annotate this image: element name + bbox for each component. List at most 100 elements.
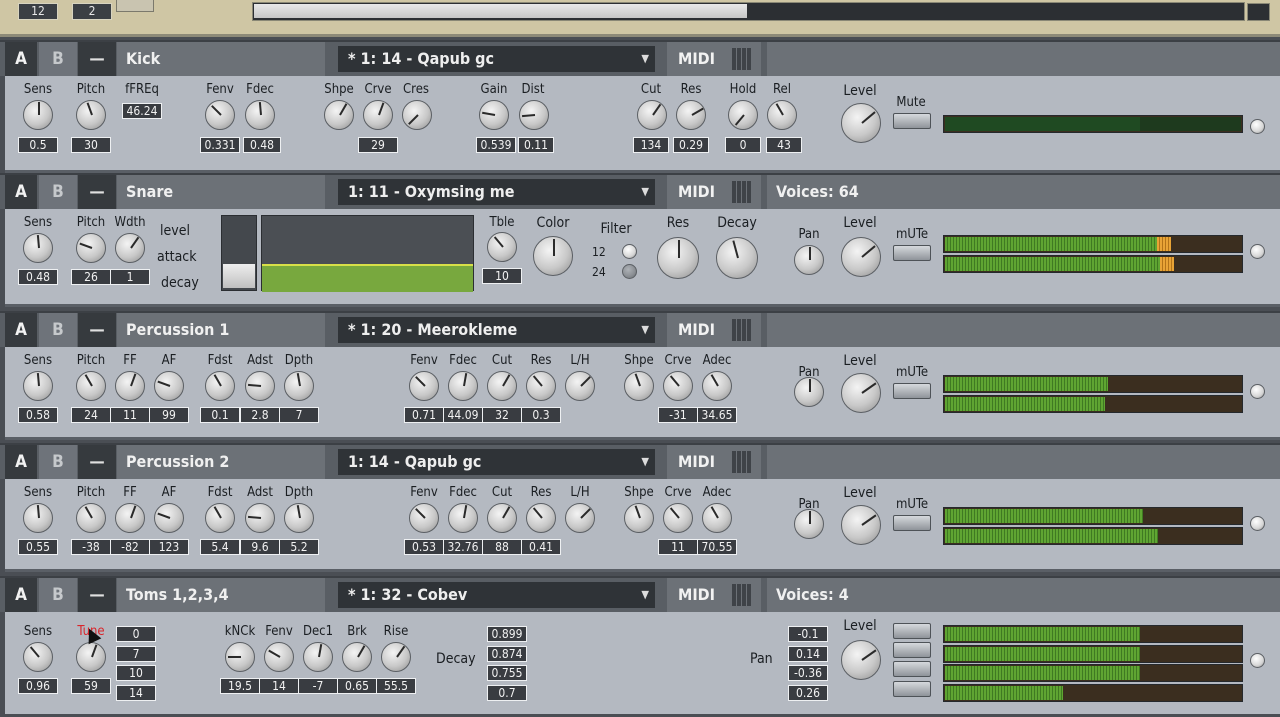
perc2-channel-name[interactable]: Percussion 2 xyxy=(117,445,325,479)
toms-decay-1[interactable]: 0.899 xyxy=(487,626,527,642)
perc1-res-value[interactable]: 0.3 xyxy=(521,407,561,423)
kick-pitch-knob[interactable] xyxy=(76,100,106,130)
toms-tune-1[interactable]: 0 xyxy=(116,626,156,642)
snare-env-display[interactable] xyxy=(261,215,474,292)
perc2-fenv-value[interactable]: 0.53 xyxy=(404,539,444,555)
toms-rise-knob[interactable] xyxy=(381,642,411,672)
perc2-midi-button[interactable]: MIDI xyxy=(667,445,761,479)
snare-channel-name[interactable]: Snare xyxy=(117,175,325,209)
kick-shpe-knob[interactable] xyxy=(324,100,354,130)
perc2-af-value[interactable]: 123 xyxy=(149,539,189,555)
perc1-sens-value[interactable]: 0.58 xyxy=(18,407,58,423)
top-number-1[interactable]: 12 xyxy=(18,3,58,20)
kick-patch-selector[interactable]: * 1: 14 - Qapub gc ▼ xyxy=(338,46,655,72)
perc1-fdst-knob[interactable] xyxy=(205,371,235,401)
perc2-fdst-knob[interactable] xyxy=(205,503,235,533)
toms-level-knob[interactable] xyxy=(841,640,881,680)
perc2-cut-value[interactable]: 88 xyxy=(482,539,522,555)
snare-env-slider[interactable] xyxy=(221,215,257,291)
perc2-adec-knob[interactable] xyxy=(702,503,732,533)
perc1-b-button[interactable]: B xyxy=(39,313,77,347)
snare-minus-button[interactable]: — xyxy=(78,175,116,209)
snare-wdth-value[interactable]: 1 xyxy=(110,269,150,285)
snare-decay-knob[interactable] xyxy=(716,237,758,279)
perc2-adst-knob[interactable] xyxy=(245,503,275,533)
perc2-mute-button[interactable] xyxy=(893,515,931,531)
toms-decay-4[interactable]: 0.7 xyxy=(487,685,527,701)
perc2-pitch-knob[interactable] xyxy=(76,503,106,533)
perc1-fdst-value[interactable]: 0.1 xyxy=(200,407,240,423)
perc2-cut-knob[interactable] xyxy=(487,503,517,533)
toms-decay-2[interactable]: 0.874 xyxy=(487,646,527,662)
kick-gain-knob[interactable] xyxy=(479,100,509,130)
snare-sens-value[interactable]: 0.48 xyxy=(18,269,58,285)
toms-pan-3[interactable]: -0.36 xyxy=(788,665,828,681)
perc2-solo-radio[interactable] xyxy=(1250,516,1265,531)
perc1-adst-value[interactable]: 2.8 xyxy=(240,407,280,423)
perc1-patch-selector[interactable]: * 1: 20 - Meerokleme ▼ xyxy=(338,317,655,343)
perc1-pitch-value[interactable]: 24 xyxy=(71,407,111,423)
perc2-res-knob[interactable] xyxy=(526,503,556,533)
perc2-fdec-value[interactable]: 32.76 xyxy=(443,539,483,555)
kick-sens-knob[interactable] xyxy=(23,100,53,130)
kick-gain-value[interactable]: 0.539 xyxy=(476,137,516,153)
snare-level-knob[interactable] xyxy=(841,237,881,277)
toms-tune-4[interactable]: 14 xyxy=(116,685,156,701)
perc1-mute-button[interactable] xyxy=(893,383,931,399)
toms-solo-radio[interactable] xyxy=(1250,653,1265,668)
snare-wdth-knob[interactable] xyxy=(115,233,145,263)
perc2-lh-knob[interactable] xyxy=(565,503,595,533)
kick-a-button[interactable]: A xyxy=(5,42,37,76)
toms-sens-value[interactable]: 0.96 xyxy=(18,678,58,694)
toms-tune-knob[interactable] xyxy=(76,642,106,672)
perc2-crve-knob[interactable] xyxy=(663,503,693,533)
toms-a-button[interactable]: A xyxy=(5,578,37,612)
perc1-lh-knob[interactable] xyxy=(565,371,595,401)
toms-pan-4[interactable]: 0.26 xyxy=(788,685,828,701)
kick-solo-radio[interactable] xyxy=(1250,119,1265,134)
scrollbar-end[interactable] xyxy=(1247,3,1270,21)
perc1-midi-button[interactable]: MIDI xyxy=(667,313,761,347)
snare-filter-12-radio[interactable] xyxy=(622,244,637,259)
toms-fenv-knob[interactable] xyxy=(264,642,294,672)
perc2-level-knob[interactable] xyxy=(841,505,881,545)
toms-channel-name[interactable]: Toms 1,2,3,4 xyxy=(117,578,325,612)
kick-res-value[interactable]: 0.29 xyxy=(673,137,709,153)
kick-cres-knob[interactable] xyxy=(402,100,432,130)
toms-b-button[interactable]: B xyxy=(39,578,77,612)
snare-res-knob[interactable] xyxy=(657,237,699,279)
toms-midi-button[interactable]: MIDI xyxy=(667,578,761,612)
scrollbar-thumb[interactable] xyxy=(254,4,747,18)
toms-knck-value[interactable]: 19.5 xyxy=(220,678,260,694)
snare-pan-knob[interactable] xyxy=(794,245,824,275)
kick-crve-knob[interactable] xyxy=(363,100,393,130)
perc1-fenv-value[interactable]: 0.71 xyxy=(404,407,444,423)
snare-midi-button[interactable]: MIDI xyxy=(667,175,761,209)
kick-hold-value[interactable]: 0 xyxy=(725,137,761,153)
snare-b-button[interactable]: B xyxy=(39,175,77,209)
perc1-sens-knob[interactable] xyxy=(23,371,53,401)
kick-channel-name[interactable]: Kick xyxy=(117,42,325,76)
perc2-fenv-knob[interactable] xyxy=(409,503,439,533)
perc1-level-knob[interactable] xyxy=(841,373,881,413)
kick-b-button[interactable]: B xyxy=(39,42,77,76)
snare-patch-selector[interactable]: 1: 11 - Oxymsing me ▼ xyxy=(338,179,655,205)
kick-hold-knob[interactable] xyxy=(728,100,758,130)
snare-pitch-knob[interactable] xyxy=(76,233,106,263)
toms-mute-button-1[interactable] xyxy=(893,623,931,639)
top-button[interactable] xyxy=(116,0,154,12)
kick-fdec-knob[interactable] xyxy=(245,100,275,130)
perc2-res-value[interactable]: 0.41 xyxy=(521,539,561,555)
snare-tble-value[interactable]: 10 xyxy=(482,268,522,284)
perc1-crve-knob[interactable] xyxy=(663,371,693,401)
perc1-crve-value[interactable]: -31 xyxy=(658,407,698,423)
perc1-adst-knob[interactable] xyxy=(245,371,275,401)
perc1-af-knob[interactable] xyxy=(154,371,184,401)
toms-dec1-knob[interactable] xyxy=(303,642,333,672)
perc1-a-button[interactable]: A xyxy=(5,313,37,347)
snare-tble-knob[interactable] xyxy=(487,232,517,262)
perc2-sens-value[interactable]: 0.55 xyxy=(18,539,58,555)
perc1-ff-value[interactable]: 11 xyxy=(110,407,150,423)
toms-pan-1[interactable]: -0.1 xyxy=(788,626,828,642)
toms-pan-2[interactable]: 0.14 xyxy=(788,646,828,662)
